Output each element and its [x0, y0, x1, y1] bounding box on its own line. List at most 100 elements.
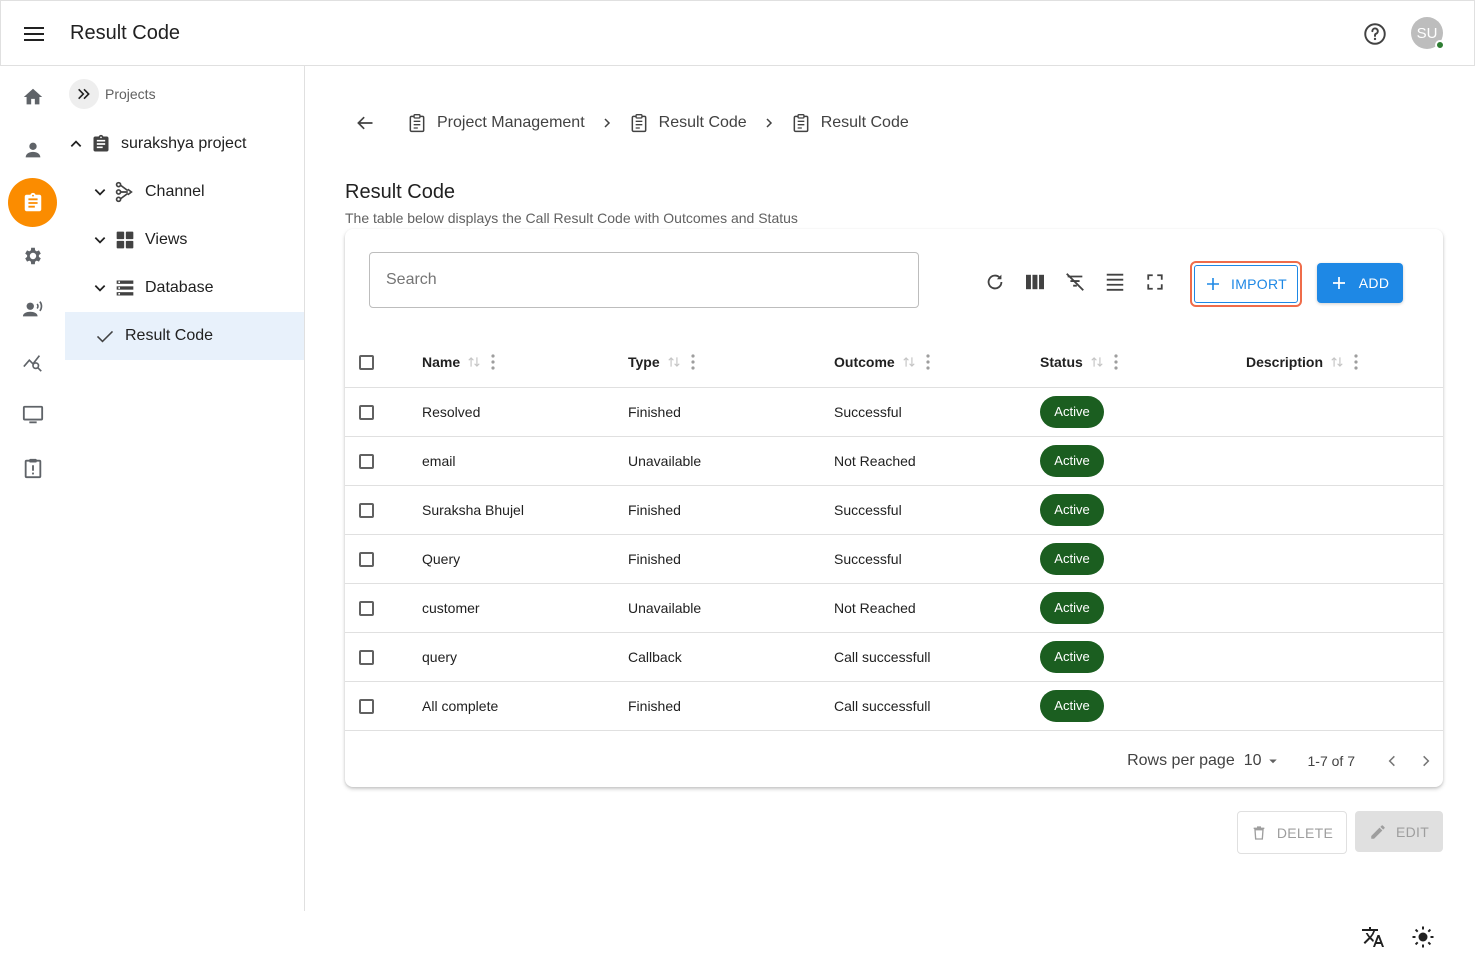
sort-icon[interactable] [1090, 355, 1104, 369]
tree-item-result-code[interactable]: Result Code [65, 312, 304, 360]
breadcrumb-project-management[interactable]: Project Management [407, 112, 585, 134]
import-label: IMPORT [1231, 276, 1287, 292]
import-button[interactable]: IMPORT [1190, 261, 1302, 307]
tree-item-channel[interactable]: Channel [89, 168, 205, 216]
help-icon[interactable] [1362, 21, 1388, 47]
breadcrumb: Project Management Result Code Result Co… [345, 104, 909, 142]
clipboard-outline-icon [791, 112, 811, 134]
chevron-up-icon [65, 137, 87, 151]
edit-button[interactable]: EDIT [1355, 811, 1443, 852]
monitor-icon [22, 405, 43, 423]
rows-per-page-label: Rows per page [1127, 752, 1235, 769]
refresh-icon[interactable] [982, 269, 1008, 295]
status-badge: Active [1040, 689, 1104, 722]
cell-name: email [422, 436, 628, 486]
rail-person[interactable] [8, 125, 57, 174]
table-row[interactable]: email Unavailable Not Reached Active [345, 436, 1443, 486]
cell-name: query [422, 632, 628, 682]
table-row[interactable]: customer Unavailable Not Reached Active [345, 583, 1443, 633]
column-header-type[interactable]: Type [628, 354, 660, 370]
cell-name: Resolved [422, 387, 628, 437]
rail-home[interactable] [8, 72, 57, 121]
table-row[interactable]: Resolved Finished Successful Active [345, 387, 1443, 437]
tree-item-database[interactable]: Database [89, 264, 214, 312]
chevron-right-icon [585, 117, 629, 129]
row-checkbox[interactable] [359, 551, 374, 567]
filter-off-icon[interactable] [1062, 269, 1088, 295]
column-menu-icon[interactable] [491, 354, 495, 370]
translate-icon[interactable] [1360, 924, 1386, 950]
table-row[interactable]: All complete Finished Call successfull A… [345, 681, 1443, 731]
table-row[interactable]: Suraksha Bhujel Finished Successful Acti… [345, 485, 1443, 535]
rail-report[interactable] [8, 443, 57, 492]
chevron-down-icon [89, 185, 111, 199]
rail-voice[interactable] [8, 284, 57, 333]
back-button[interactable] [345, 104, 385, 142]
sort-icon[interactable] [467, 355, 481, 369]
table-row[interactable]: query Callback Call successfull Active [345, 632, 1443, 682]
report-icon [24, 458, 41, 478]
row-checkbox[interactable] [359, 600, 374, 616]
column-menu-icon[interactable] [1114, 354, 1118, 370]
cell-name: Query [422, 534, 628, 584]
cell-outcome: Successful [834, 485, 1040, 535]
sort-icon[interactable] [1330, 355, 1344, 369]
home-icon [23, 88, 42, 104]
cell-name: Suraksha Bhujel [422, 485, 628, 535]
row-checkbox[interactable] [359, 453, 374, 469]
channel-icon [113, 180, 137, 204]
cell-type: Finished [628, 485, 834, 535]
previous-page-button[interactable] [1375, 744, 1409, 778]
next-page-button[interactable] [1409, 744, 1443, 778]
breadcrumb-label: Project Management [437, 114, 585, 131]
tree-item-views[interactable]: Views [89, 216, 187, 264]
row-checkbox[interactable] [359, 404, 374, 420]
clipboard-outline-icon [629, 112, 649, 134]
cell-type: Callback [628, 632, 834, 682]
status-badge: Active [1040, 640, 1104, 673]
row-checkbox[interactable] [359, 698, 374, 714]
column-menu-icon[interactable] [691, 354, 695, 370]
table-row[interactable]: Query Finished Successful Active [345, 534, 1443, 584]
sort-icon[interactable] [667, 355, 681, 369]
row-checkbox[interactable] [359, 502, 374, 518]
status-badge: Active [1040, 444, 1104, 477]
breadcrumb-result-code-1[interactable]: Result Code [629, 112, 747, 134]
rail-projects[interactable] [8, 178, 57, 227]
status-badge: Active [1040, 542, 1104, 575]
cell-description [1246, 681, 1443, 731]
tree-header: Projects [69, 78, 156, 110]
menu-icon[interactable] [20, 21, 48, 47]
avatar[interactable]: SU [1411, 17, 1445, 50]
table-header-row: Name Type Outcome Status Description [345, 337, 1443, 388]
clipboard-icon [24, 192, 41, 211]
cell-type: Finished [628, 387, 834, 437]
columns-icon[interactable] [1022, 269, 1048, 295]
row-checkbox[interactable] [359, 649, 374, 665]
rail-settings[interactable] [8, 231, 57, 280]
tree-item-project[interactable]: surakshya project [65, 120, 304, 168]
column-menu-icon[interactable] [926, 354, 930, 370]
brightness-icon[interactable] [1410, 924, 1436, 950]
column-menu-icon[interactable] [1354, 354, 1358, 370]
fullscreen-icon[interactable] [1142, 269, 1168, 295]
delete-button[interactable]: DELETE [1237, 811, 1347, 854]
sort-icon[interactable] [902, 355, 916, 369]
plus-icon [1207, 278, 1219, 290]
column-header-status[interactable]: Status [1040, 354, 1083, 370]
expand-panel-button[interactable] [69, 79, 99, 109]
column-header-description[interactable]: Description [1246, 354, 1323, 370]
rows-per-page-select[interactable]: 10 [1244, 752, 1282, 770]
rail-monitor[interactable] [8, 390, 57, 439]
cell-type: Finished [628, 534, 834, 584]
column-header-outcome[interactable]: Outcome [834, 354, 895, 370]
cell-outcome: Successful [834, 387, 1040, 437]
add-button[interactable]: ADD [1317, 263, 1403, 303]
rail-analytics[interactable] [8, 337, 57, 386]
cell-description [1246, 632, 1443, 682]
search-input[interactable] [369, 252, 919, 308]
column-header-name[interactable]: Name [422, 354, 460, 370]
settings-icon [24, 247, 41, 264]
select-all-checkbox[interactable] [359, 355, 374, 371]
density-icon[interactable] [1102, 269, 1128, 295]
